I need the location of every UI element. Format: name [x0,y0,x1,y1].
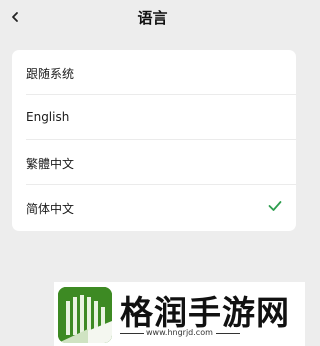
language-label: 简体中文 [26,202,75,216]
language-label: English [26,110,70,124]
checkmark-icon [268,201,282,211]
language-list: 跟随系统 English 繁體中文 简体中文 [12,50,296,231]
navigation-bar: 语言 [0,0,305,36]
language-label: 跟随系统 [26,67,75,81]
language-option-english[interactable]: English [12,95,296,140]
page-title: 语言 [137,9,168,27]
language-option-traditional-chinese[interactable]: 繁體中文 [12,140,296,185]
watermark-text: 格润手游网 [120,293,290,332]
watermark-rule [216,333,240,334]
language-option-simplified-chinese[interactable]: 简体中文 [12,185,296,230]
language-label: 繁體中文 [26,157,75,171]
watermark-logo-icon [58,287,112,343]
language-option-follow-system[interactable]: 跟随系统 [12,50,296,95]
watermark-url: www.hngrjd.com [146,328,213,337]
watermark-rule [120,333,144,334]
watermark: 格润手游网 www.hngrjd.com [54,282,305,346]
